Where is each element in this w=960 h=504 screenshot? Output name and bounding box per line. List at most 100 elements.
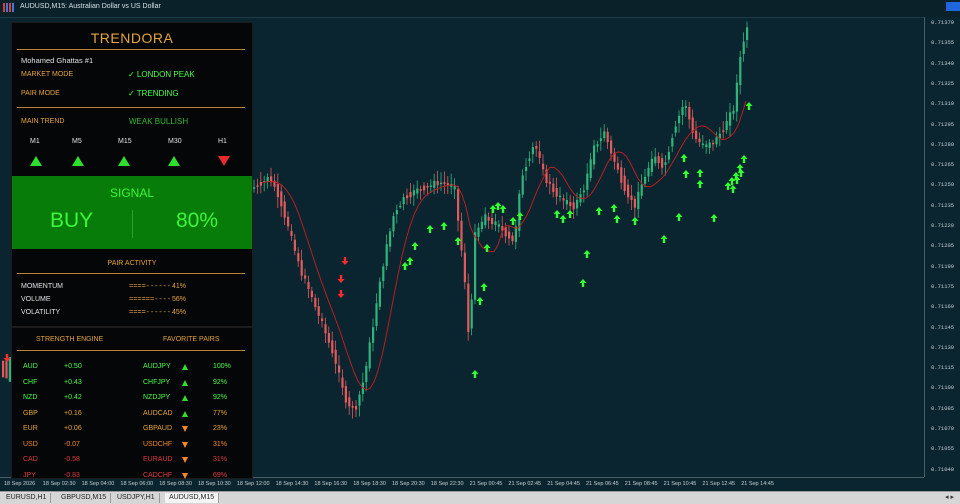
bear-candle (259, 181, 262, 186)
strength-currency: NZD (23, 394, 38, 401)
window-title-bar: AUDUSD,M15: Australian Dollar vs US Doll… (0, 0, 960, 18)
chart-tab[interactable]: GBPUSD,M15 (57, 493, 112, 503)
bear-candle (491, 217, 494, 225)
bear-candle (657, 156, 660, 164)
time-tick-label: 21 Sep 02:45 (508, 481, 542, 487)
time-tick-label: 18 Sep 08:30 (159, 481, 192, 487)
price-tick-label: 0.71115 (931, 364, 955, 372)
buy-arrow-icon (401, 262, 409, 270)
strength-currency: EUR (23, 425, 38, 432)
bear-candle (341, 377, 344, 388)
pair-mode-value: ✓ TRENDING (128, 89, 179, 98)
buy-arrow-icon (471, 370, 479, 378)
bear-candle (508, 231, 511, 239)
bull-candle (674, 126, 677, 133)
bull-candle (701, 143, 704, 146)
time-tick-label: 18 Sep 06:00 (120, 481, 154, 487)
chart-tab[interactable]: EURUSD,H1 (2, 493, 52, 503)
time-tick-label: 18 Sep 18:30 (353, 481, 386, 487)
favorite-pair[interactable]: AUDCAD (143, 410, 173, 417)
bear-candle (572, 202, 575, 210)
bull-candle (389, 231, 392, 247)
bear-candle (467, 283, 470, 332)
bear-candle (555, 187, 558, 197)
bear-candle (695, 130, 698, 139)
bull-candle (368, 342, 371, 369)
bear-candle (542, 163, 545, 170)
timeframe-label: H1 (218, 138, 227, 145)
chart-tab[interactable]: USDJPY,H1 (113, 493, 160, 503)
bear-candle (443, 182, 446, 184)
signal-side: BUY (50, 209, 94, 232)
buy-arrow-icon (696, 169, 704, 177)
bull-candle (644, 176, 647, 184)
bear-candle (300, 260, 303, 276)
bull-candle (589, 159, 592, 178)
buy-arrow-icon (440, 222, 448, 230)
strength-value: -0.07 (64, 440, 80, 448)
bull-candle (742, 41, 745, 55)
bear-candle (321, 318, 324, 322)
favorite-percent: 69% (213, 471, 228, 479)
price-tick-label: 0.71100 (931, 384, 955, 392)
bull-candle (681, 107, 684, 115)
bull-candle (514, 226, 517, 242)
main-trend-label: MAIN TREND (21, 118, 65, 125)
time-tick-label: 18 Sep 2026 (4, 481, 36, 487)
bull-candle (729, 112, 732, 126)
time-tick-label: 18 Sep 22:30 (430, 481, 464, 487)
chart-window-icon (3, 3, 14, 12)
bull-candle (715, 137, 718, 145)
price-tick-label: 0.71190 (931, 262, 955, 270)
bear-candle (569, 202, 572, 207)
favorite-percent: 31% (213, 456, 228, 463)
bull-candle (480, 221, 483, 229)
bear-candle (627, 184, 630, 198)
bear-candle (548, 181, 551, 184)
bull-candle (521, 175, 524, 195)
user-name: Mohamed Ghattas #1 (21, 56, 94, 65)
favorite-pair[interactable]: CADCHF (143, 472, 172, 479)
sell-arrow-icon (337, 290, 345, 298)
bull-candle (484, 214, 487, 226)
candle (5, 360, 8, 379)
bear-candle (511, 235, 514, 242)
bull-candle (637, 191, 640, 209)
bear-candle (538, 151, 541, 158)
pair-up-icon (182, 364, 188, 370)
favorite-pair[interactable]: AUDJPY (143, 363, 171, 370)
pair-up-icon (182, 395, 188, 401)
favorite-pair[interactable]: NZDJPY (143, 394, 170, 401)
bear-candle (276, 184, 279, 198)
price-tick-label: 0.71340 (931, 59, 955, 67)
favorite-pair[interactable]: USDCHF (143, 441, 172, 448)
favorite-pair[interactable]: CHFJPY (143, 379, 170, 386)
bull-candle (474, 232, 477, 300)
bull-candle (664, 162, 667, 165)
bear-candle (623, 175, 626, 192)
buy-arrow-icon (680, 154, 688, 162)
price-tick-label: 0.71310 (931, 100, 955, 108)
bull-candle (650, 158, 653, 172)
strength-panel: STRENGTH ENGINE FAVORITE PAIRS AUD +0.50 C… (11, 327, 253, 479)
favorite-pair[interactable]: GBPAUD (143, 425, 172, 432)
bull-candle (678, 115, 681, 124)
pair-down-icon (182, 441, 188, 448)
chart-tab[interactable]: AUDUSD,M15 (165, 493, 220, 503)
favorite-pair[interactable]: EURAUD (143, 456, 173, 463)
buy-arrow-icon (740, 155, 748, 163)
strength-value: +0.42 (64, 394, 82, 401)
trend-down-icon (218, 156, 230, 166)
bear-candle (256, 185, 259, 187)
divider (17, 350, 245, 351)
bull-candle (593, 145, 596, 165)
price-axis[interactable]: 0.71370 0.71355 0.71340 0.71325 0.71310 0.712… (924, 17, 960, 477)
strength-currency: AUD (23, 363, 38, 370)
price-tick-label: 0.71070 (931, 425, 955, 432)
tabs-scroll-arrows[interactable]: ◂ ▸ (945, 493, 954, 501)
bull-candle (654, 156, 657, 164)
activity-title: PAIR ACTIVITY (107, 260, 157, 267)
sell-arrow-icon (341, 257, 349, 265)
time-axis[interactable]: 18 Sep 2026 18 Sep 02:30 18 Sep 04:00 18 Se… (0, 477, 924, 492)
time-tick-label: 21 Sep 04:45 (547, 481, 580, 487)
